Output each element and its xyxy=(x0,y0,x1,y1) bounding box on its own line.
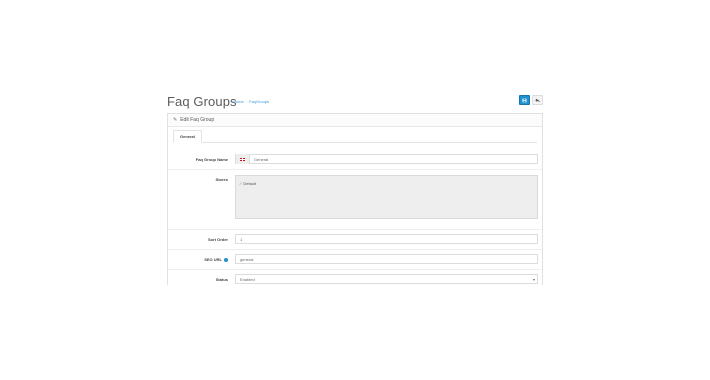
pencil-icon: ✎ xyxy=(173,117,178,123)
chevron-down-icon: ▾ xyxy=(532,277,535,282)
status-select[interactable]: Enabled ▾ xyxy=(235,274,538,284)
breadcrumb-home[interactable]: Home xyxy=(233,99,244,104)
save-button[interactable] xyxy=(519,95,530,105)
store-item-label: Default xyxy=(243,181,257,186)
save-icon xyxy=(522,98,527,102)
group-name-label: Faq Group Name xyxy=(195,157,228,162)
group-name-value: General xyxy=(254,156,269,162)
info-icon[interactable] xyxy=(224,257,228,262)
page-title: Faq Groups xyxy=(167,94,237,109)
stores-checkbox-list: ✓ Default xyxy=(235,175,538,219)
breadcrumb-faqgroups[interactable]: FaqGroups xyxy=(249,99,269,104)
status-value: Enabled xyxy=(240,276,255,282)
stores-label: Stores xyxy=(215,177,228,182)
row-divider xyxy=(168,269,542,270)
panel-heading-text: Edit Faq Group xyxy=(180,117,215,123)
checkbox-icon[interactable]: ✓ xyxy=(239,181,242,186)
row-divider xyxy=(168,249,542,250)
uk-flag-icon xyxy=(240,157,245,161)
group-name-input[interactable]: General xyxy=(235,154,538,164)
row-divider xyxy=(168,169,542,170)
store-item-default[interactable]: ✓ Default xyxy=(239,181,256,186)
status-label: Status xyxy=(215,277,228,282)
tab-general[interactable]: General xyxy=(173,130,202,143)
breadcrumb: Home › FaqGroups xyxy=(233,99,269,104)
back-button[interactable] xyxy=(532,95,543,105)
sort-order-input[interactable]: 1 xyxy=(235,234,538,244)
row-divider xyxy=(168,229,542,230)
sort-order-label: Sort Order xyxy=(207,237,228,242)
breadcrumb-separator: › xyxy=(245,99,248,104)
seo-url-input[interactable]: general xyxy=(235,254,538,264)
tab-bar: General xyxy=(173,127,537,143)
seo-url-label-row: SEO URL xyxy=(168,257,228,262)
panel-heading: ✎ Edit Faq Group xyxy=(168,114,542,127)
seo-url-label: SEO URL xyxy=(204,257,222,262)
reply-icon xyxy=(535,98,540,102)
edit-panel: ✎ Edit Faq Group General Faq Group Name … xyxy=(167,113,543,285)
language-addon xyxy=(236,154,250,164)
